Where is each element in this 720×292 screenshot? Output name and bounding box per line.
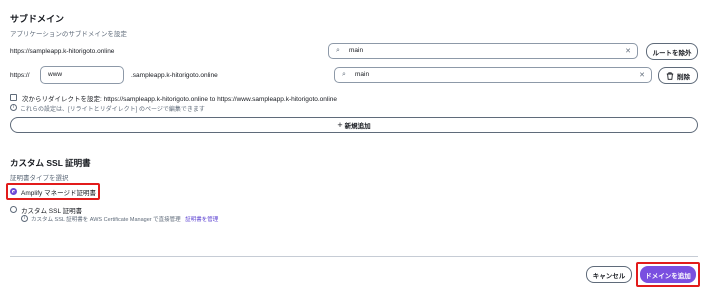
root-domain-url: https://sampleapp.k-hitorigoto.online xyxy=(10,48,115,55)
info-icon: i xyxy=(10,104,17,111)
add-new-label: 新規追加 xyxy=(344,123,371,130)
footer-divider xyxy=(10,256,698,257)
add-new-subdomain-button[interactable]: + 新規追加 xyxy=(10,117,698,133)
clear-icon[interactable]: ✕ xyxy=(625,47,631,55)
subdomain-input[interactable]: www xyxy=(40,66,124,84)
ssl-description: 証明書タイプを選択 xyxy=(10,175,69,182)
custom-cert-note-text: カスタム SSL 証明書を AWS Certificate Manager で直… xyxy=(31,217,181,223)
ssl-title: カスタム SSL 証明書 xyxy=(10,158,91,168)
redirect-checkbox-label[interactable]: 次からリダイレクトを設定: https://sampleapp.k-hitori… xyxy=(22,93,337,103)
subdomain-suffix: .sampleapp.k-hitorigoto.online xyxy=(131,72,218,79)
custom-cert-note: カスタム SSL 証明書を AWS Certificate Manager で直… xyxy=(31,215,218,223)
redirect-checkbox[interactable] xyxy=(10,94,17,101)
subdomain-prefix: https:// xyxy=(10,72,30,79)
branch-select-www[interactable]: ⌕ main ✕ xyxy=(334,67,652,83)
branch-select-root[interactable]: ⌕ main ✕ xyxy=(328,43,638,59)
delete-label: 削除 xyxy=(677,73,690,81)
info-icon: i xyxy=(21,215,28,222)
branch-value: main xyxy=(349,47,364,54)
manage-cert-link[interactable]: 証明書を管理 xyxy=(185,217,218,223)
managed-cert-label[interactable]: Amplify マネージド証明書 xyxy=(21,187,96,197)
add-domain-button[interactable]: ドメインを追加 xyxy=(640,266,696,283)
redirect-note: これらの設定は、[リライトとリダイレクト] のページで編集できます xyxy=(20,107,205,113)
custom-cert-label[interactable]: カスタム SSL 証明書 xyxy=(21,205,82,215)
branch-value: main xyxy=(355,71,370,78)
subdomain-value: www xyxy=(48,71,63,78)
trash-icon xyxy=(666,71,674,80)
cancel-button[interactable]: キャンセル xyxy=(586,266,632,283)
search-icon: ⌕ xyxy=(336,47,340,54)
clear-icon[interactable]: ✕ xyxy=(639,71,645,79)
radio-managed-cert[interactable] xyxy=(10,188,17,195)
search-icon: ⌕ xyxy=(342,71,346,78)
subdomain-description: アプリケーションのサブドメインを設定 xyxy=(10,31,127,38)
delete-button[interactable]: 削除 xyxy=(658,67,698,84)
remove-root-button[interactable]: ルートを除外 xyxy=(646,43,698,60)
radio-custom-cert[interactable] xyxy=(10,206,17,213)
subdomain-title: サブドメイン xyxy=(10,14,65,24)
plus-icon: + xyxy=(337,120,343,130)
